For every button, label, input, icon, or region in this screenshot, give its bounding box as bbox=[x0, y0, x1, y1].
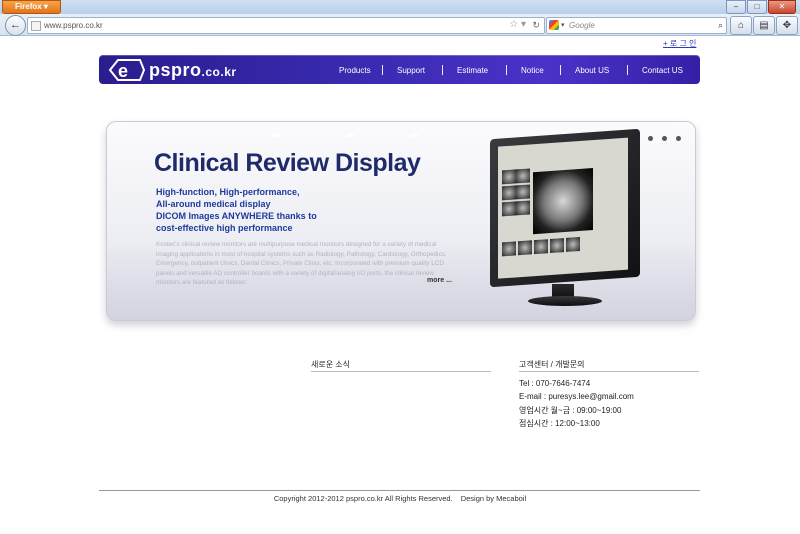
business-hours: 영업시간 월~금 : 09:00~19:00 bbox=[519, 406, 622, 415]
banner-more-link[interactable]: more ... bbox=[427, 277, 452, 284]
footer-divider bbox=[99, 490, 700, 491]
logo-name: pspro bbox=[149, 60, 202, 80]
maximize-button[interactable]: □ bbox=[747, 0, 767, 14]
search-engine-dropdown-icon[interactable]: ▾ bbox=[561, 19, 565, 32]
nav-support[interactable]: Support bbox=[397, 66, 425, 75]
banner-subtitle: High-function, High-performance, All-aro… bbox=[156, 186, 317, 234]
monitor-screen bbox=[498, 137, 628, 279]
nav-separator bbox=[506, 65, 507, 75]
banner-more-label: more bbox=[427, 277, 445, 284]
ceiling-light bbox=[345, 134, 355, 137]
browser-navbar: ← www.pspro.co.kr ☆ ▾ ↻ ▾ Google ⌕ ⌂ ▤ ✥ bbox=[0, 14, 800, 36]
scan-thumbnail bbox=[502, 201, 516, 217]
search-placeholder: Google bbox=[569, 21, 595, 30]
banner-subtitle-line: All-around medical display bbox=[156, 199, 271, 209]
contact-email: E-mail : puresys.lee@gmail.com bbox=[519, 392, 634, 401]
nav-separator bbox=[442, 65, 443, 75]
google-icon[interactable] bbox=[549, 20, 559, 30]
lunch-hours: 점심시간 : 12:00~13:00 bbox=[519, 419, 600, 428]
customer-center-divider bbox=[519, 371, 699, 372]
close-window-button[interactable]: ✕ bbox=[768, 0, 796, 14]
monitor-base bbox=[528, 296, 602, 306]
scan-thumbnail bbox=[534, 239, 548, 255]
nav-estimate[interactable]: Estimate bbox=[457, 66, 488, 75]
monitor-frame bbox=[490, 128, 640, 288]
monitor-image bbox=[490, 128, 650, 310]
logo-icon[interactable]: e bbox=[106, 58, 146, 82]
scan-thumbnail bbox=[516, 184, 530, 200]
minimize-button[interactable]: – bbox=[726, 0, 746, 14]
address-text: www.pspro.co.kr bbox=[44, 21, 103, 30]
nav-separator bbox=[560, 65, 561, 75]
banner-subtitle-line: cost-effective high performance bbox=[156, 223, 293, 233]
scan-thumbnail bbox=[502, 241, 516, 257]
nav-products[interactable]: Products bbox=[339, 66, 371, 75]
ceiling-light bbox=[409, 134, 419, 137]
address-bar[interactable]: www.pspro.co.kr ☆ ▾ ↻ bbox=[27, 17, 545, 34]
footer-copyright: Copyright 2012-2012 pspro.co.kr All Righ… bbox=[273, 494, 453, 503]
logo-text[interactable]: pspro.co.kr bbox=[149, 60, 237, 81]
hero-banner: Clinical Review Display High-function, H… bbox=[106, 121, 696, 321]
brain-scan-image bbox=[533, 168, 593, 235]
search-icon[interactable]: ⌕ bbox=[718, 18, 723, 32]
nav-separator bbox=[627, 65, 628, 75]
firefox-menu-button[interactable]: Firefox ▾ bbox=[2, 0, 61, 14]
banner-subtitle-line: High-function, High-performance, bbox=[156, 187, 300, 197]
addon-button[interactable]: ✥ bbox=[776, 16, 798, 35]
home-button[interactable]: ⌂ bbox=[730, 16, 752, 35]
scan-thumbnail bbox=[550, 238, 564, 254]
bookmarks-button[interactable]: ▤ bbox=[753, 16, 775, 35]
scan-thumbnail bbox=[566, 236, 580, 252]
customer-center-title: 고객센터 / 개발문의 bbox=[519, 360, 585, 369]
scan-thumbnail bbox=[502, 185, 516, 201]
scan-thumbnail bbox=[518, 240, 532, 256]
news-divider bbox=[311, 371, 491, 372]
svg-text:e: e bbox=[118, 61, 128, 81]
window-controls: – □ ✕ bbox=[726, 0, 796, 14]
logo-tld: .co.kr bbox=[201, 65, 237, 79]
ceiling-light bbox=[272, 134, 282, 137]
search-bar[interactable]: ▾ Google ⌕ bbox=[546, 17, 727, 34]
bookmark-star-icon[interactable]: ☆ ▾ bbox=[509, 18, 526, 32]
site-header: e pspro.co.kr Products Support Estimate … bbox=[99, 55, 700, 84]
nav-notice[interactable]: Notice bbox=[521, 66, 544, 75]
firefox-menu-label: Firefox bbox=[15, 2, 42, 11]
site-identity-icon[interactable] bbox=[31, 21, 41, 31]
back-arrow-icon: ← bbox=[10, 19, 21, 31]
browser-titlebar: Firefox ▾ – □ ✕ bbox=[0, 0, 800, 15]
footer-design-credit: Design by Mecaboil bbox=[460, 494, 527, 503]
reload-icon[interactable]: ↻ bbox=[532, 18, 540, 32]
slider-dots bbox=[648, 136, 681, 141]
nav-contact-us[interactable]: Contact US bbox=[642, 66, 683, 75]
addon-icon: ✥ bbox=[782, 20, 792, 31]
nav-about-us[interactable]: About US bbox=[575, 66, 609, 75]
home-icon: ⌂ bbox=[737, 20, 745, 31]
banner-title: Clinical Review Display bbox=[154, 149, 421, 177]
news-section-title: 새로운 소식 bbox=[311, 360, 351, 369]
banner-description: Kostec's clinical review monitors are mu… bbox=[156, 241, 447, 286]
nav-separator bbox=[382, 65, 383, 75]
scan-thumbnail bbox=[502, 169, 516, 185]
scan-thumbnail bbox=[516, 200, 530, 216]
contact-phone: Tel : 070-7646-7474 bbox=[519, 379, 591, 388]
bookmarks-icon: ▤ bbox=[759, 20, 769, 31]
scan-thumbnail bbox=[516, 168, 530, 184]
banner-subtitle-line: DICOM Images ANYWHERE thanks to bbox=[156, 211, 317, 221]
back-button[interactable]: ← bbox=[5, 15, 26, 36]
slider-dot[interactable] bbox=[676, 136, 681, 141]
slider-dot[interactable] bbox=[662, 136, 667, 141]
login-link[interactable]: + 로 그 인 bbox=[663, 38, 696, 49]
site-footer: Copyright 2012-2012 pspro.co.kr All Righ… bbox=[0, 494, 800, 503]
